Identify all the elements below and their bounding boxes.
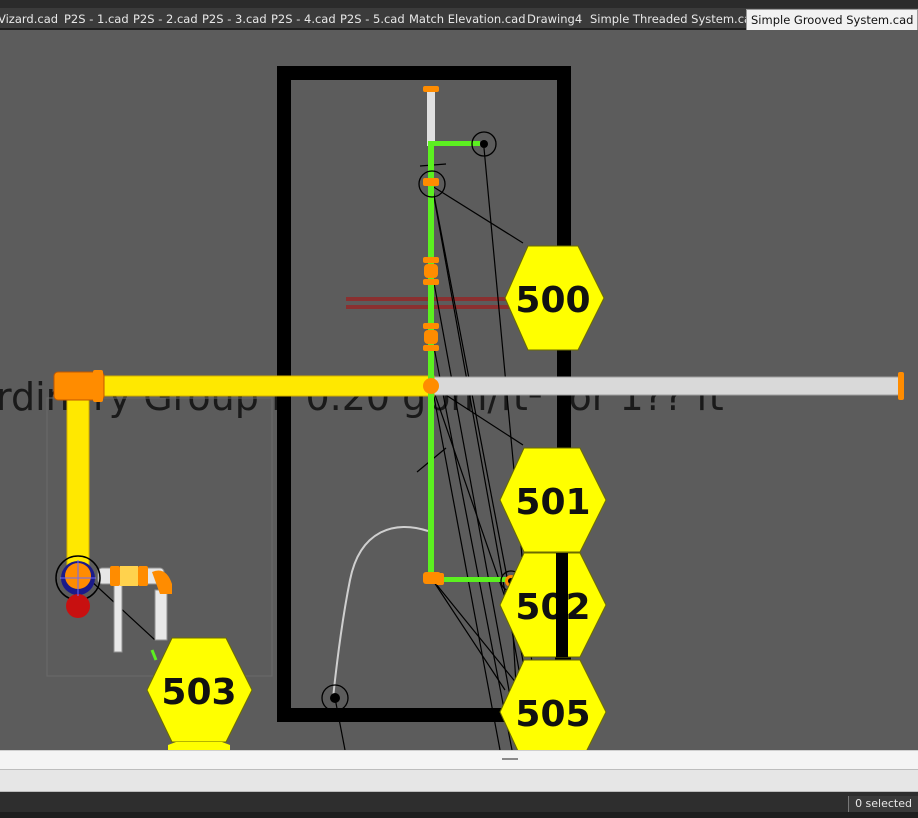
selection-count: 0 selected bbox=[848, 796, 918, 812]
tag-partial-below bbox=[168, 742, 230, 750]
riser-drop-pipe-b[interactable] bbox=[154, 589, 168, 641]
feed-main-pipe[interactable] bbox=[66, 391, 90, 573]
riser-drop-pipe-a[interactable] bbox=[113, 581, 123, 653]
green-stub bbox=[150, 649, 158, 661]
coupling-fitting[interactable] bbox=[93, 370, 103, 402]
status-bar-bottom bbox=[0, 812, 918, 818]
riser-cap[interactable] bbox=[66, 594, 90, 618]
flexible-drop[interactable] bbox=[332, 525, 429, 699]
riser-coupling-b[interactable] bbox=[138, 566, 148, 586]
tab-p2s-3[interactable]: P2S - 3.cad bbox=[202, 10, 267, 29]
sprinkler-head-1[interactable] bbox=[480, 140, 488, 148]
sprinkler-head-drop[interactable] bbox=[330, 693, 340, 703]
tag-502[interactable]: 502 bbox=[499, 552, 607, 658]
tab-p2s-4[interactable]: P2S - 4.cad bbox=[271, 10, 336, 29]
pipe-end-cap[interactable] bbox=[898, 372, 904, 400]
tab-vizard[interactable]: Vizard.cad bbox=[0, 10, 58, 29]
tab-simple-threaded-system[interactable]: Simple Threaded System.cad bbox=[590, 10, 758, 29]
riser-coupling-a[interactable] bbox=[110, 566, 120, 586]
drawing-canvas[interactable]: rdinary Group II 0.20 gpm/ft² for 1?? ft bbox=[0, 30, 918, 750]
svg-text:501: 501 bbox=[515, 482, 590, 523]
horizontal-splitter[interactable] bbox=[0, 750, 918, 770]
cross-main-pipe[interactable] bbox=[57, 375, 435, 397]
branch-line-pipe[interactable] bbox=[428, 144, 434, 582]
tab-p2s-2[interactable]: P2S - 2.cad bbox=[133, 10, 198, 29]
tab-match-elevation[interactable]: Match Elevation.cad bbox=[409, 10, 526, 29]
tab-drawing4[interactable]: Drawing4 bbox=[527, 10, 582, 29]
svg-text:500: 500 bbox=[515, 280, 590, 321]
document-tab-bar: Vizard.cad P2S - 1.cad P2S - 2.cad P2S -… bbox=[0, 0, 918, 31]
riser-stub[interactable] bbox=[427, 92, 435, 146]
tag-501[interactable]: 501 bbox=[499, 447, 607, 553]
svg-text:502: 502 bbox=[515, 587, 590, 628]
elbow-fitting[interactable] bbox=[436, 573, 444, 585]
tab-simple-grooved-system[interactable]: Simple Grooved System.cad bbox=[746, 9, 918, 31]
svg-text:503: 503 bbox=[161, 672, 236, 713]
riser-valve[interactable] bbox=[120, 566, 138, 586]
svg-text:505: 505 bbox=[515, 694, 590, 735]
tag-500[interactable]: 500 bbox=[504, 245, 605, 351]
wall-over-tag bbox=[556, 553, 568, 657]
tag-leader-lines bbox=[89, 147, 541, 750]
status-bar: 0 selected bbox=[0, 792, 918, 818]
tab-p2s-5[interactable]: P2S - 5.cad bbox=[340, 10, 405, 29]
cross-main-pipe-unselected[interactable] bbox=[431, 376, 903, 396]
tag-503[interactable]: 503 bbox=[146, 637, 253, 743]
command-line-area[interactable] bbox=[0, 770, 918, 792]
splitter-grip-icon[interactable] bbox=[502, 758, 518, 760]
tab-p2s-1[interactable]: P2S - 1.cad bbox=[64, 10, 129, 29]
drawing-svg: rdinary Group II 0.20 gpm/ft² for 1?? ft bbox=[0, 66, 904, 750]
